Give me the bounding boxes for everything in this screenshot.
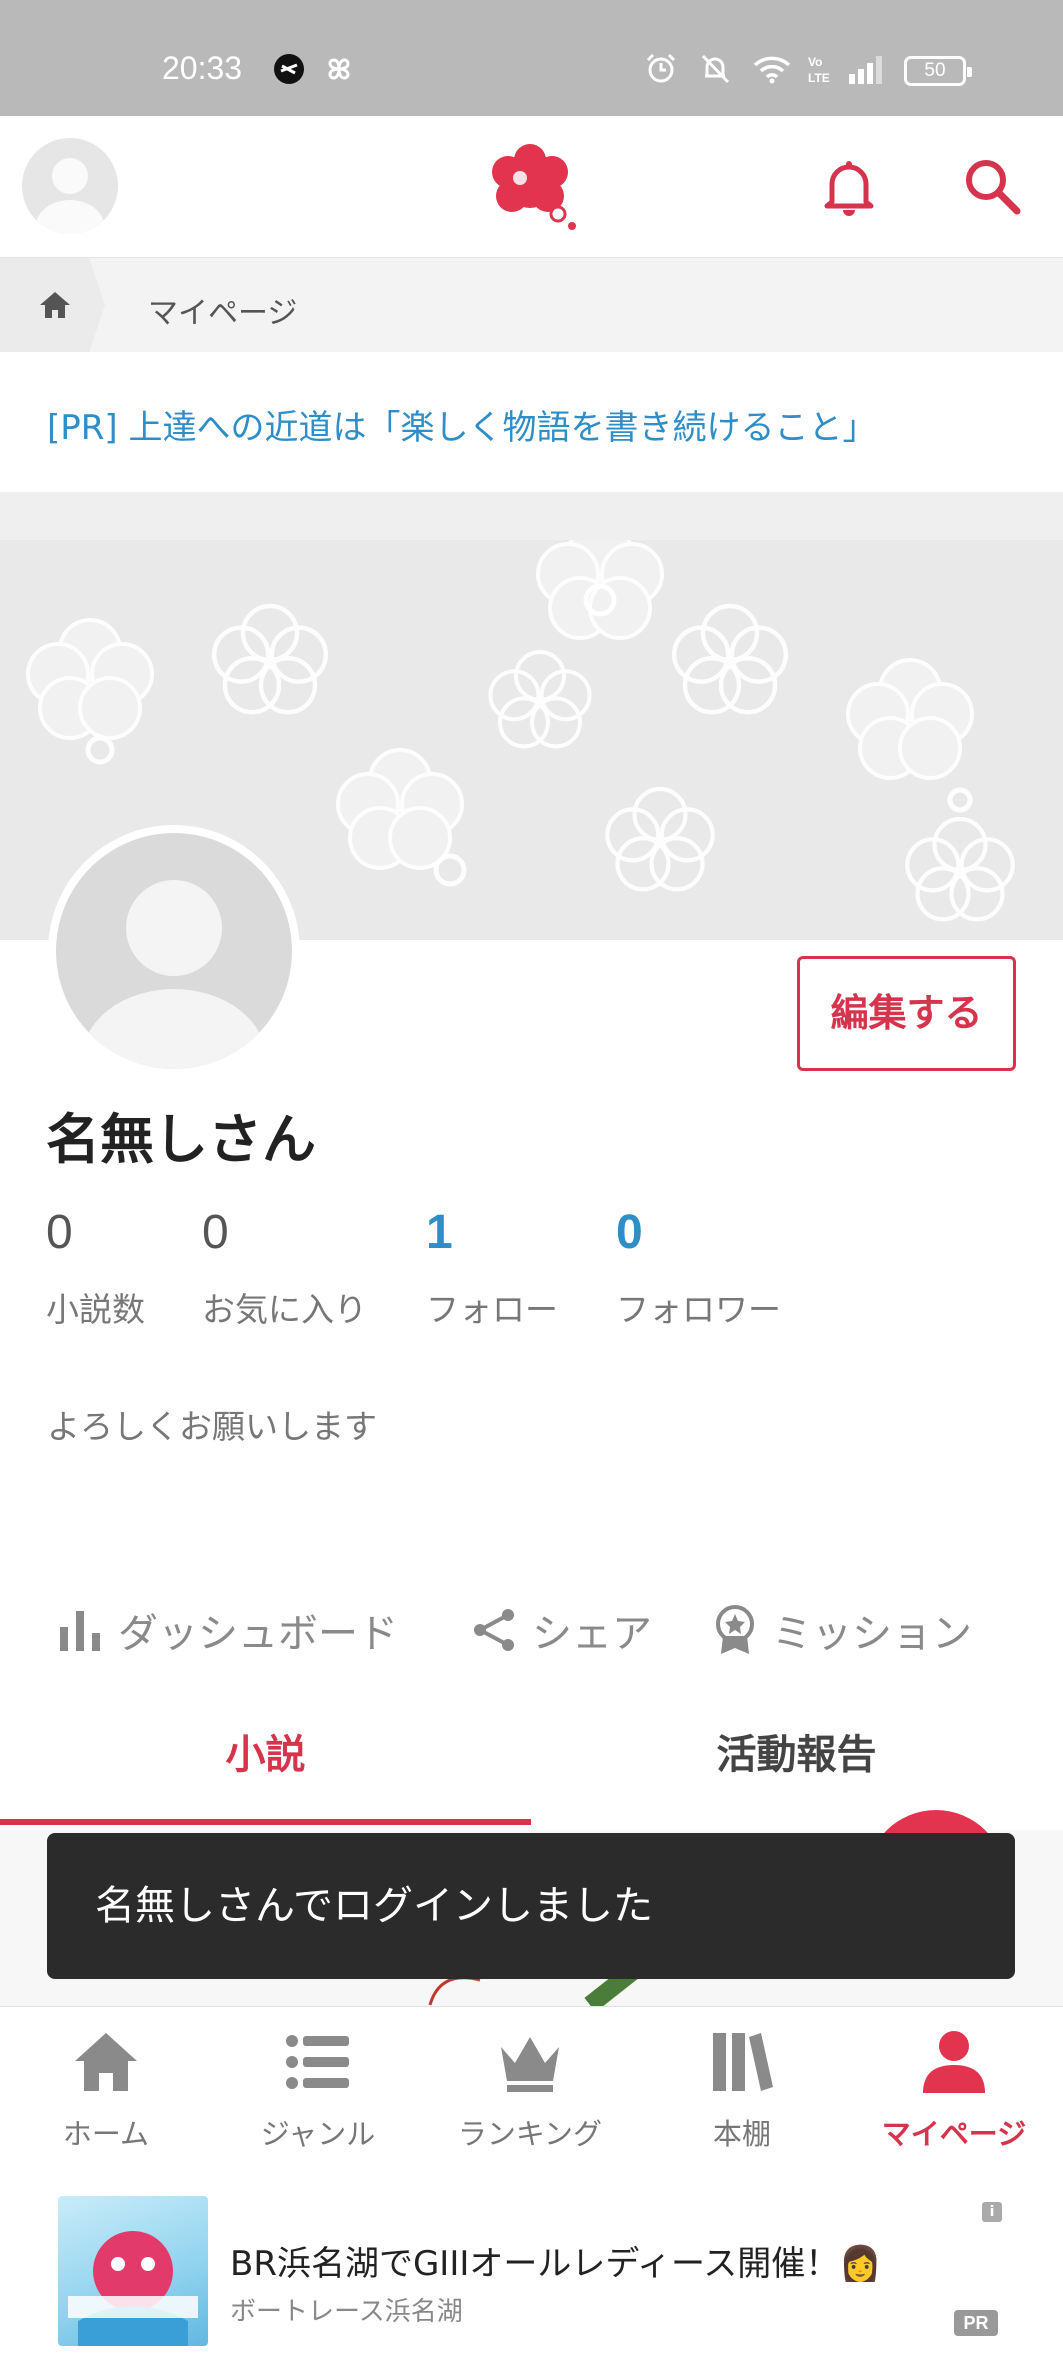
stat-value: 0 xyxy=(202,1206,229,1259)
signal-icon xyxy=(849,56,882,84)
svg-text:Vo: Vo xyxy=(808,55,822,69)
ad-info-icon[interactable]: i xyxy=(982,2202,1002,2222)
nav-label: 本棚 xyxy=(712,2117,771,2151)
tab-novels[interactable]: 小説 xyxy=(0,1705,531,1825)
dashboard-label: ダッシュボード xyxy=(118,1611,398,1657)
mission-button[interactable]: ミッション xyxy=(712,1600,972,1660)
profile-avatar[interactable] xyxy=(48,825,300,1077)
profile-tabs: 小説 活動報告 xyxy=(0,1705,1063,1825)
nav-label: ジャンル xyxy=(260,2117,376,2151)
home-icon xyxy=(75,2033,137,2091)
stat-followers[interactable]: 0 フォロワー xyxy=(616,1205,781,1329)
stat-label: フォロワー xyxy=(616,1290,781,1329)
app-header xyxy=(0,116,1063,258)
nav-mypage[interactable]: マイページ xyxy=(848,2007,1060,2175)
avatar-placeholder-icon xyxy=(82,880,266,1069)
stat-value: 0 xyxy=(46,1206,73,1259)
wifi-icon xyxy=(753,56,791,84)
list-icon xyxy=(286,2035,349,2089)
mute-icon xyxy=(701,54,730,84)
bell-icon[interactable] xyxy=(818,156,880,218)
ad-pr-badge: PR xyxy=(954,2310,998,2336)
nav-label: ホーム xyxy=(62,2117,150,2151)
avatar-icon[interactable] xyxy=(22,138,118,234)
pr-banner: [PR] 上達への近道は「楽しく物語を書き続けること」 xyxy=(0,352,1063,492)
mission-label: ミッション xyxy=(772,1611,972,1657)
nav-home[interactable]: ホーム xyxy=(0,2007,212,2175)
app-circle-icon xyxy=(274,54,304,84)
battery-icon: 50 xyxy=(904,56,972,86)
share-label: シェア xyxy=(532,1611,652,1657)
volte-icon: Vo LTE xyxy=(808,55,830,85)
breadcrumb-home[interactable] xyxy=(0,258,105,352)
svg-text:LTE: LTE xyxy=(808,71,830,85)
breadcrumb: マイページ xyxy=(0,258,1063,352)
pr-link[interactable]: [PR] 上達への近道は「楽しく物語を書き続けること」 xyxy=(47,400,876,449)
stat-favorites[interactable]: 0 お気に入り xyxy=(202,1205,367,1329)
home-icon xyxy=(40,292,70,318)
profile-bio: よろしくお願いします xyxy=(47,1407,377,1446)
ad-banner[interactable]: BR浜名湖でGIIIオールレディース開催！👩 ボートレース浜名湖 i PR xyxy=(0,2174,1063,2364)
stat-following[interactable]: 1 フォロー xyxy=(426,1205,558,1329)
share-icon xyxy=(474,1609,514,1651)
edit-profile-button[interactable]: 編集する xyxy=(797,956,1016,1071)
stat-value: 0 xyxy=(616,1206,643,1259)
nav-ranking[interactable]: ランキング xyxy=(424,2007,636,2175)
stat-label: フォロー xyxy=(426,1290,558,1329)
logo-icon[interactable] xyxy=(484,138,580,230)
share-button[interactable]: シェア xyxy=(470,1600,652,1660)
crown-icon xyxy=(501,2037,559,2092)
section-divider xyxy=(0,492,1063,540)
username: 名無しさん xyxy=(46,1108,316,1171)
toast-message: 名無しさんでログインしました xyxy=(47,1833,1015,1979)
nav-label: マイページ xyxy=(881,2117,1027,2151)
person-icon xyxy=(923,2031,985,2093)
badge-icon xyxy=(716,1605,754,1654)
search-icon[interactable] xyxy=(962,156,1022,216)
status-bar: 20:33 Vo LTE 50 xyxy=(0,0,1063,116)
pinwheel-icon xyxy=(328,58,350,80)
bottom-nav: ホーム ジャンル ランキング 本棚 マイページ xyxy=(0,2006,1063,2174)
nav-genre[interactable]: ジャンル xyxy=(212,2007,424,2175)
stat-label: 小説数 xyxy=(46,1290,145,1329)
bar-chart-icon xyxy=(60,1611,100,1651)
stat-novels[interactable]: 0 小説数 xyxy=(46,1205,145,1329)
profile-actions: ダッシュボード シェア ミッション xyxy=(0,1600,1063,1680)
nav-label: ランキング xyxy=(457,2117,603,2151)
breadcrumb-current: マイページ xyxy=(148,296,298,331)
tab-activity[interactable]: 活動報告 xyxy=(531,1705,1062,1825)
bookshelf-icon xyxy=(713,2033,773,2091)
stat-label: お気に入り xyxy=(202,1290,367,1329)
dashboard-button[interactable]: ダッシュボード xyxy=(58,1600,398,1660)
stat-value: 1 xyxy=(426,1206,453,1259)
nav-bookshelf[interactable]: 本棚 xyxy=(636,2007,848,2175)
ad-image[interactable] xyxy=(58,2196,208,2346)
status-time: 20:33 xyxy=(162,50,243,86)
alarm-icon xyxy=(646,53,676,83)
ad-title[interactable]: BR浜名湖でGIIIオールレディース開催！👩 xyxy=(230,2236,882,2285)
ad-sponsor: ボートレース浜名湖 xyxy=(230,2297,463,2327)
